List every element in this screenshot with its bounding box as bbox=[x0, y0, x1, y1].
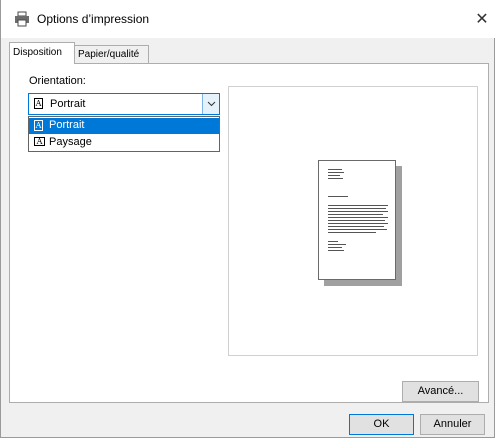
portrait-page-icon: A bbox=[34, 98, 43, 109]
printer-icon bbox=[15, 11, 29, 27]
close-button[interactable]: ✕ bbox=[467, 0, 496, 38]
tab-disposition[interactable]: Disposition bbox=[9, 42, 75, 64]
close-icon: ✕ bbox=[475, 11, 489, 28]
option-label: Portrait bbox=[49, 119, 85, 131]
ok-button[interactable]: OK bbox=[349, 414, 414, 435]
dropdown-arrow-button[interactable] bbox=[202, 94, 219, 114]
portrait-page-icon: A bbox=[34, 120, 43, 131]
cancel-button[interactable]: Annuler bbox=[420, 414, 485, 435]
option-label: Paysage bbox=[49, 136, 92, 148]
page-preview bbox=[318, 160, 396, 280]
window-title: Options d’impression bbox=[37, 12, 150, 26]
landscape-page-icon: A bbox=[34, 137, 45, 146]
orientation-dropdown-list: A Portrait A Paysage bbox=[28, 116, 220, 152]
tab-label: Papier/qualité bbox=[78, 49, 140, 60]
orientation-label: Orientation: bbox=[29, 75, 86, 87]
orientation-value: Portrait bbox=[50, 98, 86, 110]
option-paysage[interactable]: A Paysage bbox=[29, 135, 219, 151]
tab-label: Disposition bbox=[13, 47, 62, 58]
advanced-button[interactable]: Avancé... bbox=[402, 381, 479, 402]
option-portrait[interactable]: A Portrait bbox=[29, 118, 219, 134]
chevron-down-icon bbox=[207, 101, 215, 107]
orientation-combobox[interactable]: A Portrait bbox=[28, 93, 220, 115]
title-bar: Options d’impression ✕ bbox=[1, 0, 496, 38]
tab-papier-qualite[interactable]: Papier/qualité bbox=[74, 45, 149, 63]
